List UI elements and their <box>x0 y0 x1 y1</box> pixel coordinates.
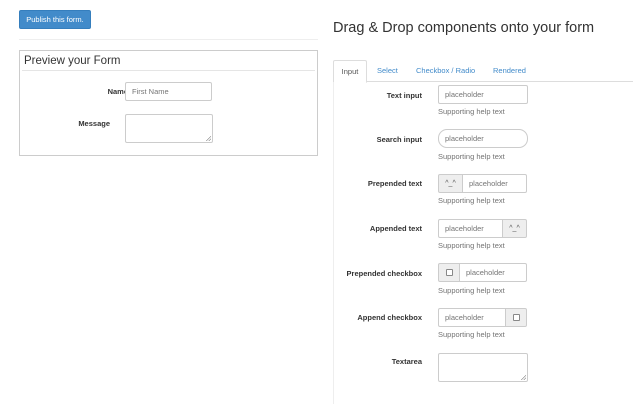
name-label: Name <box>107 87 128 96</box>
prepended-checkbox-label: Prepended checkbox <box>346 269 422 278</box>
search-input-field[interactable] <box>438 129 528 148</box>
search-input-label: Search input <box>376 135 422 144</box>
help-text: Supporting help text <box>438 196 505 205</box>
textarea-label: Textarea <box>391 357 422 366</box>
prepended-text-label: Prepended text <box>367 179 422 188</box>
components-title: Drag & Drop components onto your form <box>333 20 595 36</box>
component-tabs: Input Select Checkbox / Radio Rendered <box>333 60 633 83</box>
message-label: Message <box>78 119 110 128</box>
prepended-text-field[interactable] <box>462 174 527 193</box>
help-text: Supporting help text <box>438 330 505 339</box>
tab-checkbox-radio[interactable]: Checkbox / Radio <box>416 60 475 82</box>
help-text: Supporting help text <box>438 152 505 161</box>
append-checkbox-addon <box>505 308 527 327</box>
tab-select[interactable]: Select <box>377 60 398 82</box>
help-text: Supporting help text <box>438 286 505 295</box>
publish-form-button[interactable]: Publish this form. <box>19 10 91 29</box>
prepend-checkbox-addon <box>438 263 460 282</box>
tab-rendered[interactable]: Rendered <box>493 60 526 82</box>
message-textarea[interactable] <box>125 114 213 143</box>
help-text: Supporting help text <box>438 241 505 250</box>
text-input-field[interactable] <box>438 85 528 104</box>
checkbox[interactable] <box>446 269 453 276</box>
append-checkbox-label: Append checkbox <box>357 313 422 322</box>
append-addon: ^_^ <box>502 219 527 238</box>
resize-grip-icon[interactable] <box>521 375 526 380</box>
appended-text-label: Appended text <box>369 224 422 233</box>
name-input[interactable] <box>125 82 212 101</box>
preview-title: Preview your Form <box>24 55 121 67</box>
divider <box>333 82 334 404</box>
divider <box>19 39 318 40</box>
checkbox[interactable] <box>513 314 520 321</box>
text-input-label: Text input <box>386 91 422 100</box>
prepended-checkbox-field[interactable] <box>459 263 527 282</box>
help-text: Supporting help text <box>438 107 505 116</box>
appended-text-field[interactable] <box>438 219 503 238</box>
textarea-field[interactable] <box>438 353 528 382</box>
tab-input[interactable]: Input <box>333 60 367 83</box>
resize-grip-icon[interactable] <box>206 136 211 141</box>
prepend-addon: ^_^ <box>438 174 463 193</box>
form-preview-panel: Preview your Form Name Message <box>19 50 318 156</box>
append-checkbox-field[interactable] <box>438 308 506 327</box>
divider <box>22 70 315 71</box>
